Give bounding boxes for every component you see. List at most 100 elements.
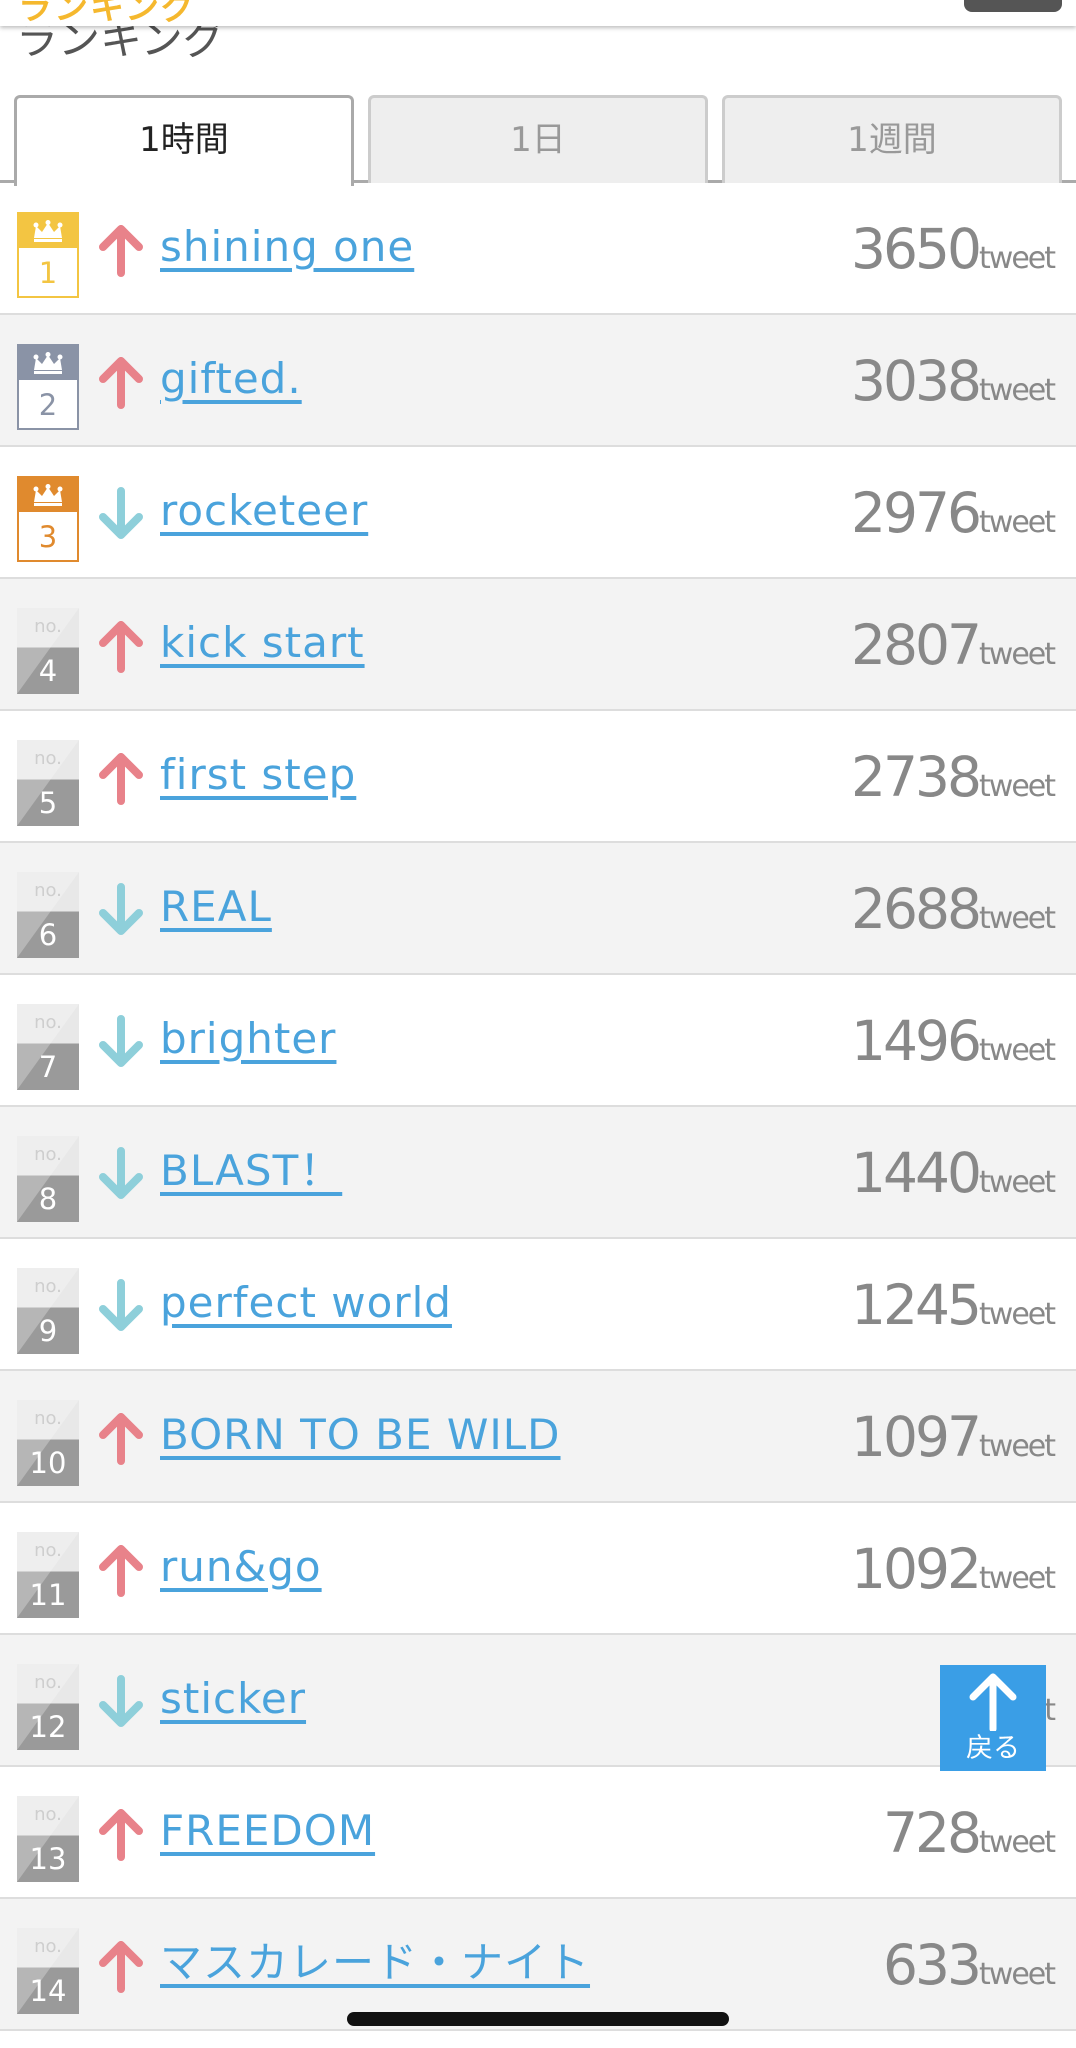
song-title-link[interactable]: perfect world [160,1267,452,1339]
trend-up-icon [96,619,146,673]
ranking-row: no. 6 REAL 2688tweet [0,843,1076,975]
ranking-row: no. 5 first step 2738tweet [0,711,1076,843]
tweet-count: 3650tweet [851,209,1056,289]
rank-badge: no. 8 [17,1136,79,1222]
rank-number: 13 [29,1842,67,1876]
ranking-row: no. 11 run&go 1092tweet [0,1503,1076,1635]
tweet-count-unit: tweet [979,1561,1056,1596]
rank-number: 4 [38,654,58,688]
rank-badge: no. 4 [17,608,79,694]
tweet-count-value: 1097 [851,1405,982,1469]
top-app-bar: ランキング [0,0,1076,26]
rank-prefix: no. [34,1143,62,1165]
trend-down-icon [96,1015,146,1069]
tweet-count-value: 2738 [851,745,982,809]
tweet-count-value: 728 [883,1801,982,1865]
tweet-count: 728tweet [883,1793,1056,1873]
rank-prefix: no. [34,1539,62,1561]
rank-number: 6 [38,918,58,952]
tweet-count-value: 1092 [851,1537,982,1601]
tweet-count-value: 2807 [851,613,982,677]
trend-up-icon [96,1807,146,1861]
rank-prefix: no. [34,615,62,637]
song-title-link[interactable]: kick start [160,607,365,679]
ranking-row: 2 gifted. 3038tweet [0,315,1076,447]
period-tabs: 1時間 1日 1週間 [0,95,1076,186]
tweet-count-unit: tweet [979,1033,1056,1068]
menu-button[interactable] [964,0,1062,12]
trend-down-icon [96,883,146,937]
home-indicator [347,2012,729,2026]
tweet-count-unit: tweet [979,901,1056,936]
tab-1-week[interactable]: 1週間 [722,95,1062,183]
rank-badge: no. 7 [17,1004,79,1090]
song-title-link[interactable]: brighter [160,1003,336,1075]
song-title-link[interactable]: gifted. [160,343,302,415]
tweet-count-value: 2976 [851,481,982,545]
song-title-link[interactable]: run&go [160,1531,322,1603]
ranking-row: no. 10 BORN TO BE WILD 1097tweet [0,1371,1076,1503]
rank-number: 7 [38,1050,58,1084]
tweet-count-value: 1440 [851,1141,982,1205]
rank-prefix: no. [34,1275,62,1297]
ranking-row: no.12sticker8tweet [0,1635,1076,1767]
site-logo[interactable]: ランキング [18,0,197,26]
rank-number: 12 [29,1710,67,1744]
rank-badge: no. 12 [17,1664,79,1750]
tweet-count-unit: tweet [979,1429,1056,1464]
rank-number: 2 [38,388,58,422]
ranking-row: no. 9 perfect world 1245tweet [0,1239,1076,1371]
song-title-link[interactable]: rocketeer [160,475,368,547]
tweet-count-value: 1496 [851,1009,982,1073]
crown-icon [19,346,77,380]
song-title-link[interactable]: BLAST！ [160,1135,342,1207]
rank-prefix: no. [34,747,62,769]
rank-prefix: no. [34,1803,62,1825]
tweet-count-value: 1245 [851,1273,982,1337]
ranking-row: no. 4 kick start 2807tweet [0,579,1076,711]
tab-1-hour[interactable]: 1時間 [14,95,354,186]
rank-badge: no. 10 [17,1400,79,1486]
rank-prefix: no. [34,879,62,901]
rank-badge: 1 [17,212,79,298]
trend-up-icon [96,223,146,277]
rank-badge: 2 [17,344,79,430]
trend-up-icon [96,751,146,805]
crown-icon [19,214,77,248]
tweet-count-value: 2688 [851,877,982,941]
tweet-count-unit: tweet [979,637,1056,672]
tweet-count: 633tweet [883,1925,1056,2005]
tweet-count: 2976tweet [851,473,1056,553]
ranking-row: no. 7 brighter 1496tweet [0,975,1076,1107]
tweet-count-unit: tweet [979,241,1056,276]
tweet-count-value: 633 [883,1933,982,1997]
trend-down-icon [96,1279,146,1333]
song-title-link[interactable]: マスカレード・ナイト [160,1927,590,1999]
rank-number: 11 [29,1578,67,1612]
tweet-count: 1496tweet [851,1001,1056,1081]
song-title-link[interactable]: first step [160,739,356,811]
rank-number: 5 [38,786,58,820]
trend-up-icon [96,355,146,409]
tweet-count-unit: tweet [979,1297,1056,1332]
tweet-count-value: 3650 [851,217,982,281]
rank-prefix: no. [34,1671,62,1693]
crown-icon [19,478,77,512]
song-title-link[interactable]: BORN TO BE WILD [160,1399,561,1471]
rank-badge: no. 5 [17,740,79,826]
back-to-top-button[interactable]: 戻る [940,1665,1046,1771]
song-title-link[interactable]: REAL [160,871,272,943]
tweet-count-unit: tweet [979,1165,1056,1200]
tweet-count: 1245tweet [851,1265,1056,1345]
song-title-link[interactable]: shining one [160,211,414,283]
song-title-link[interactable]: FREEDOM [160,1795,375,1867]
rank-number: 9 [38,1314,58,1348]
back-to-top-label: 戻る [966,1733,1020,1764]
tab-1-day[interactable]: 1日 [368,95,708,183]
tweet-count: 2738tweet [851,737,1056,817]
song-title-link[interactable]: sticker [160,1663,306,1735]
rank-prefix: no. [34,1935,62,1957]
tweet-count-unit: tweet [979,1957,1056,1992]
rank-number: 8 [38,1182,58,1216]
trend-down-icon [96,1675,146,1729]
